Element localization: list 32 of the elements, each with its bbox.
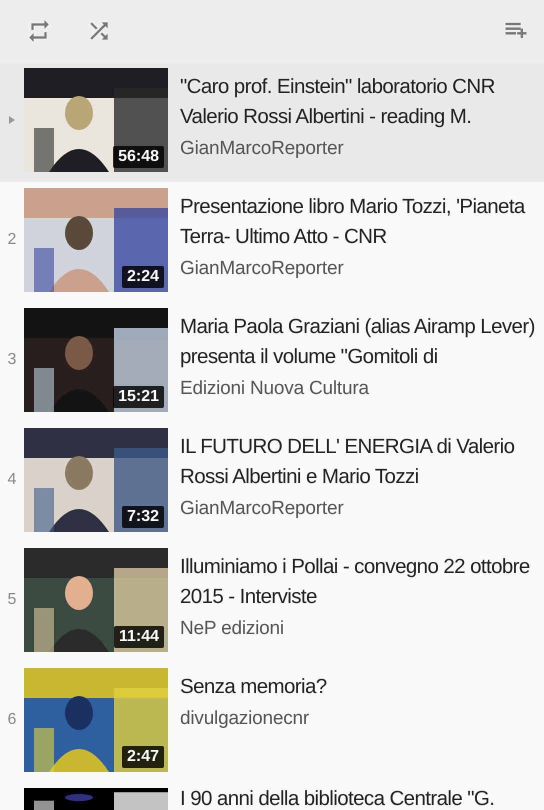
video-duration: 7:32: [122, 506, 164, 528]
video-duration: 11:44: [114, 626, 164, 648]
playlist-item[interactable]: 5 11:44 Illuminiamo i Pollai - convegno 22 ottobre 2015 - Interviste NeP edizioni: [0, 542, 544, 662]
item-number: 5: [8, 591, 16, 609]
channel-name: divulgazionecnr: [180, 708, 310, 730]
playlist-item[interactable]: I 90 anni della biblioteca Centrale "G.: [0, 782, 544, 810]
playlist-item[interactable]: 2 2:24 Presentazione libro Mario Tozzi, 'Pianeta Terra- Ultimo Atto - CNR GianMarcoReporter: [0, 182, 544, 302]
channel-name: GianMarcoReporter: [180, 258, 344, 280]
channel-name: Edizioni Nuova Cultura: [180, 378, 370, 400]
video-title: Maria Paola Graziani (alias Airamp Lever) presenta il volume "Gomitoli di: [180, 314, 536, 370]
video-title: "Caro prof. Einstein" laboratorio CNR Valerio Rossi Albertini - reading M.: [180, 74, 496, 130]
video-duration: 2:24: [122, 266, 164, 288]
channel-name: GianMarcoReporter: [180, 498, 344, 520]
channel-name: GianMarcoReporter: [180, 138, 344, 160]
play-indicator-icon: [9, 116, 15, 124]
video-title: I 90 anni della biblioteca Centrale "G.: [180, 788, 496, 810]
playlist-item[interactable]: 3 15:21 Maria Paola Graziani (alias Airamp Lever) presenta il volume "Gomitoli di Edizioni Nuova Cultura: [0, 302, 544, 422]
playlist-item[interactable]: 6 2:47 Senza memoria? divulgazionecnr: [0, 662, 544, 782]
video-title: IL FUTURO DELL' ENERGIA di Valerio Rossi Albertini e Mario Tozzi: [180, 434, 516, 490]
video-duration: 15:21: [113, 386, 164, 408]
item-number: 6: [8, 711, 16, 729]
video-duration: 2:47: [122, 746, 164, 768]
video-title: Senza memoria?: [180, 674, 328, 700]
video-title: Illuminiamo i Pollai - convegno 22 ottobre 2015 - Interviste: [180, 554, 531, 610]
item-number: 2: [8, 231, 16, 249]
playlist-item[interactable]: 4 7:32 IL FUTURO DELL' ENERGIA di Valerio Rossi Albertini e Mario Tozzi GianMarcoReporter: [0, 422, 544, 542]
video-duration: 56:48: [113, 146, 164, 168]
item-number: 3: [8, 351, 16, 369]
item-number: 4: [8, 471, 16, 489]
video-title: Presentazione libro Mario Tozzi, 'Pianeta Terra- Ultimo Atto - CNR: [180, 194, 526, 250]
playlist-item[interactable]: 56:48 "Caro prof. Einstein" laboratorio CNR Valerio Rossi Albertini - reading M. GianMarcoReporter: [0, 62, 544, 182]
channel-name: NeP edizioni: [180, 618, 285, 640]
